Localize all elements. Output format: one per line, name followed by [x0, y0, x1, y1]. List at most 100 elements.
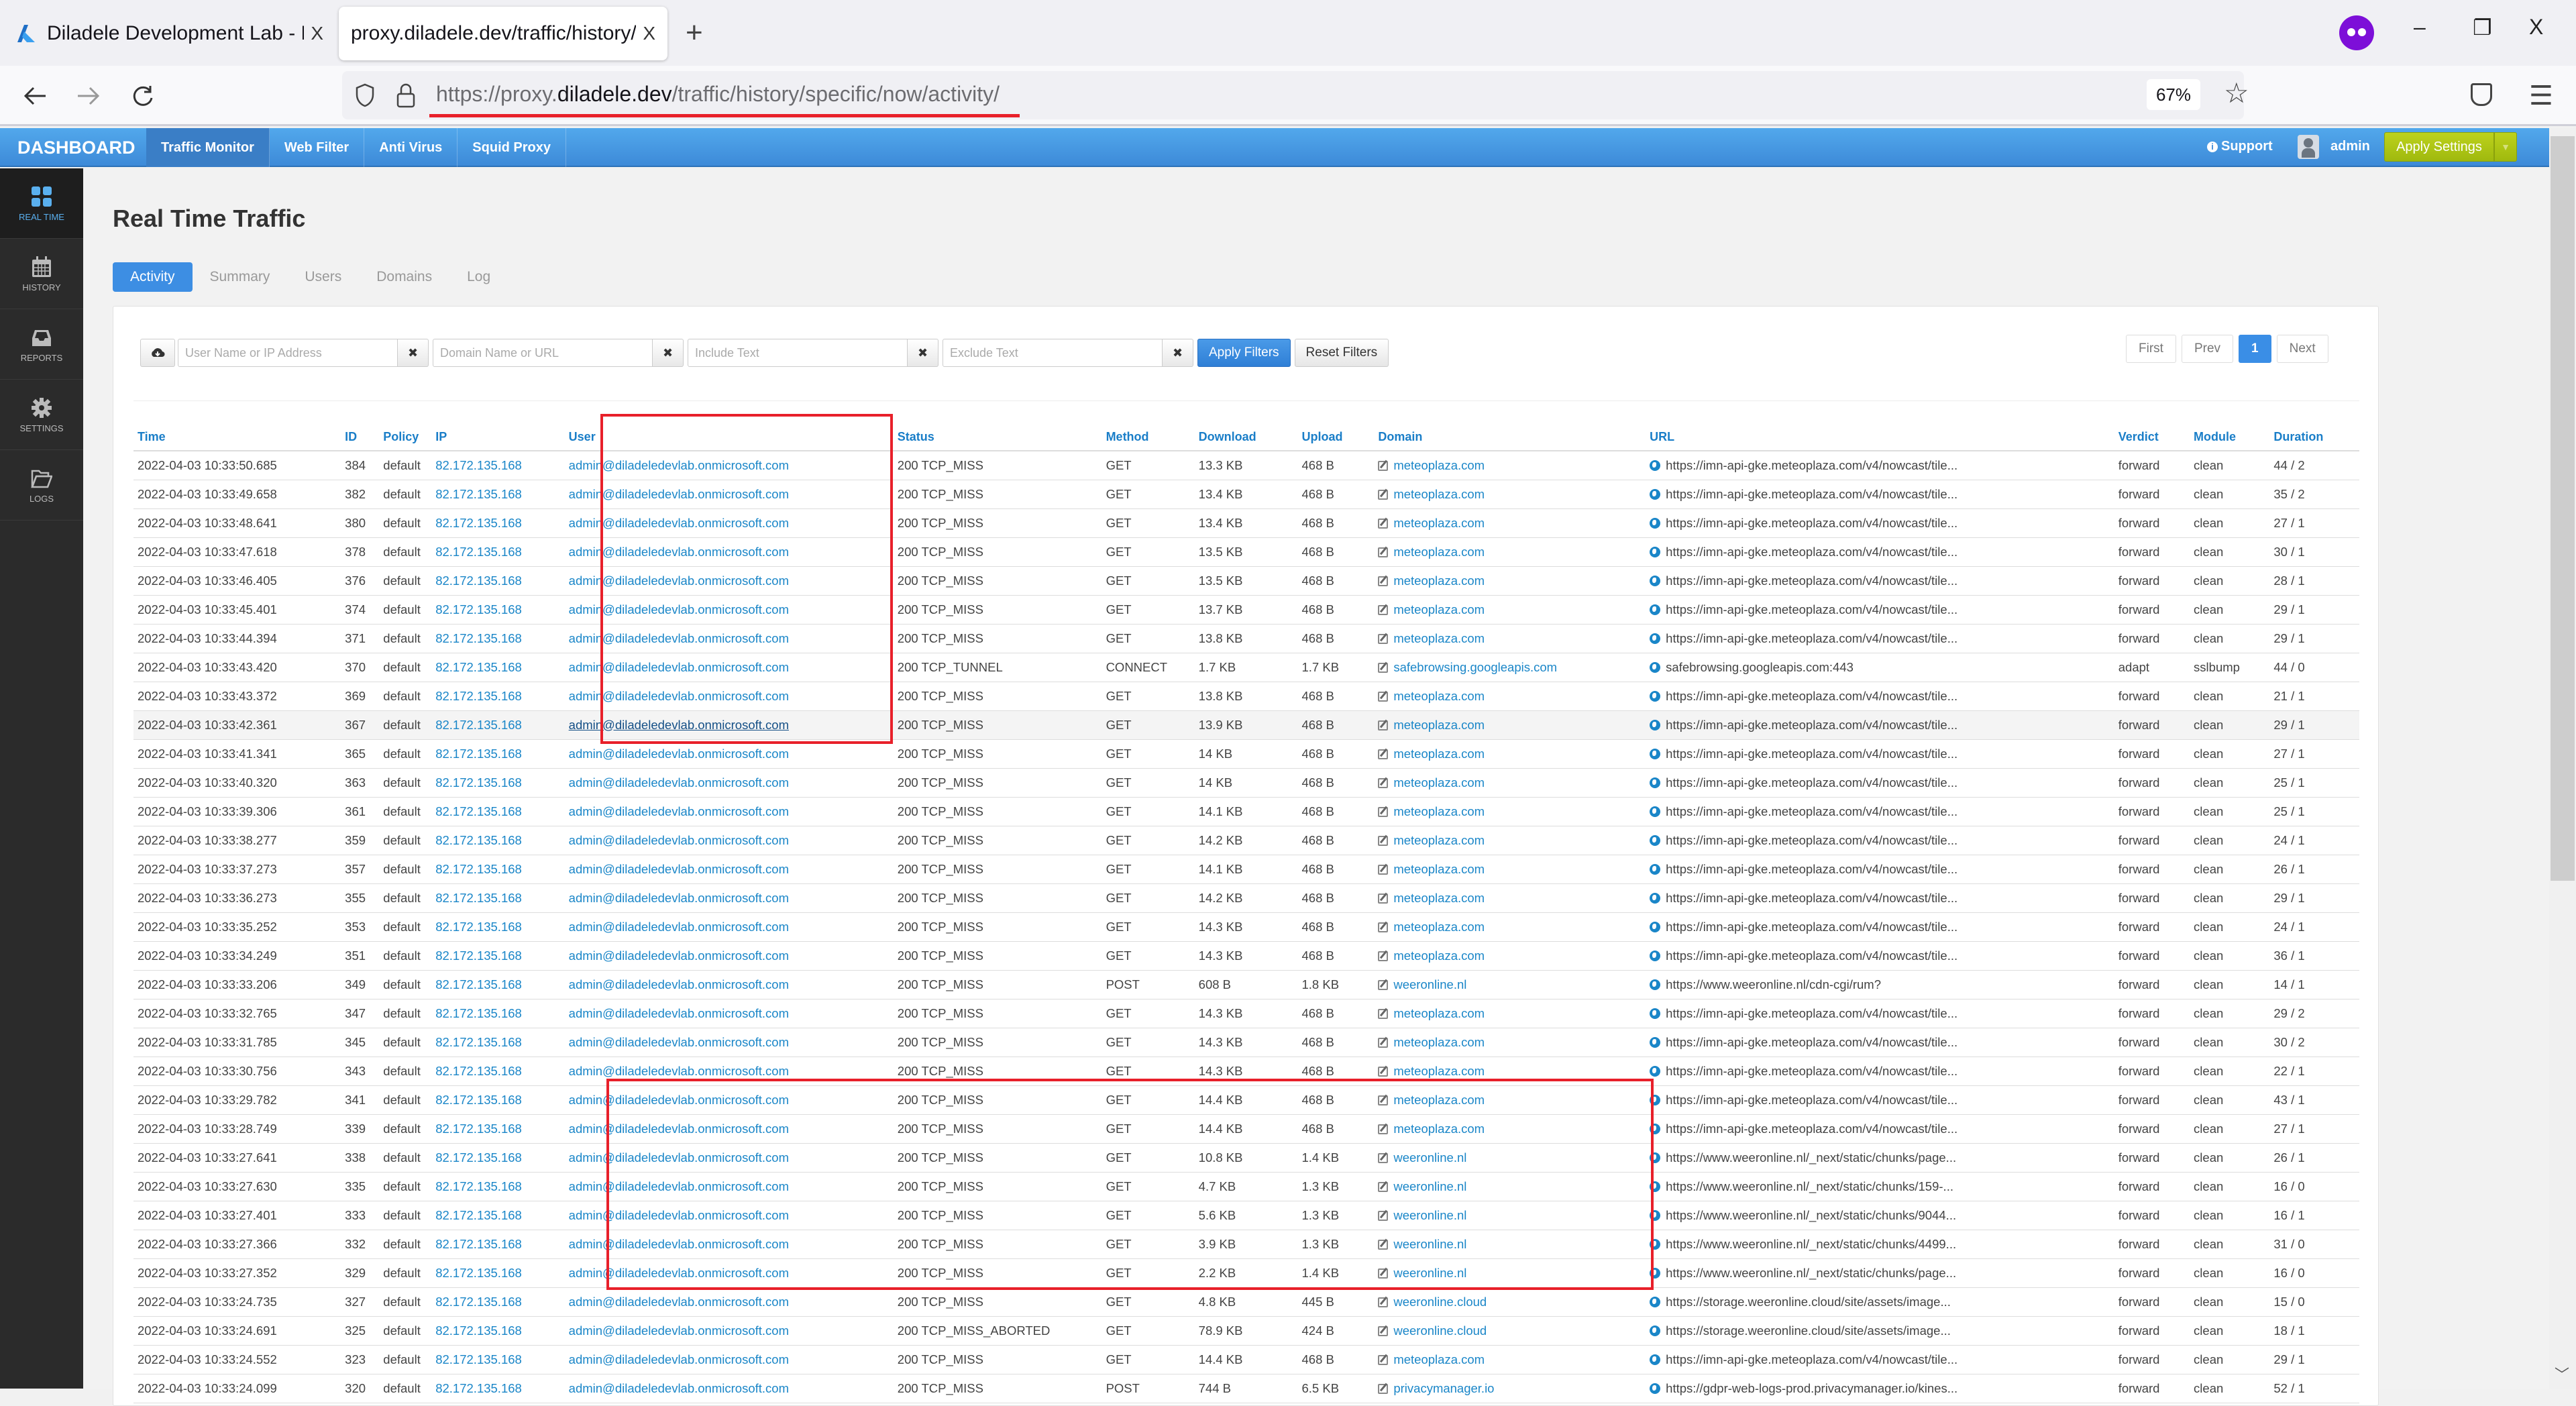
domain-link[interactable]: meteoplaza.com — [1393, 718, 1485, 732]
user-link[interactable]: admin@diladeledevlab.onmicrosoft.com — [569, 1266, 789, 1280]
user-filter-input[interactable] — [178, 339, 398, 367]
globe-icon[interactable] — [1650, 459, 1661, 471]
cell-user[interactable]: admin@diladeledevlab.onmicrosoft.com — [564, 653, 894, 682]
column-header-upload[interactable]: Upload — [1297, 424, 1375, 451]
cell-ip[interactable]: 82.172.135.168 — [431, 855, 565, 884]
globe-icon[interactable] — [1650, 892, 1661, 904]
edit-icon[interactable] — [1378, 633, 1389, 644]
cell-ip[interactable]: 82.172.135.168 — [431, 970, 565, 999]
cell-user[interactable]: admin@diladeledevlab.onmicrosoft.com — [564, 739, 894, 769]
domain-link[interactable]: meteoplaza.com — [1393, 631, 1485, 645]
edit-icon[interactable] — [1378, 691, 1389, 702]
table-row[interactable]: 2022-04-03 10:33:33.206 349 default 82.172.… — [133, 970, 2359, 999]
tab-domains[interactable]: Domains — [359, 262, 449, 292]
table-row[interactable]: 2022-04-03 10:33:34.249 351 default 82.172.… — [133, 941, 2359, 971]
edit-icon[interactable] — [1378, 1354, 1389, 1365]
table-row[interactable]: 2022-04-03 10:33:47.618 378 default 82.172.… — [133, 537, 2359, 567]
cell-user[interactable]: admin@diladeledevlab.onmicrosoft.com — [564, 970, 894, 999]
cell-user[interactable]: admin@diladeledevlab.onmicrosoft.com — [564, 1316, 894, 1346]
edit-icon[interactable] — [1378, 1239, 1389, 1250]
globe-icon[interactable] — [1650, 604, 1661, 615]
globe-icon[interactable] — [1650, 1152, 1661, 1163]
edit-icon[interactable] — [1378, 1268, 1389, 1279]
user-link[interactable]: admin@diladeledevlab.onmicrosoft.com — [569, 1179, 789, 1193]
user-link[interactable]: admin@diladeledevlab.onmicrosoft.com — [569, 516, 789, 530]
cell-user[interactable]: admin@diladeledevlab.onmicrosoft.com — [564, 595, 894, 625]
domain-link[interactable]: meteoplaza.com — [1393, 516, 1485, 530]
domain-link[interactable]: meteoplaza.com — [1393, 1064, 1485, 1078]
domain-link[interactable]: safebrowsing.googleapis.com — [1393, 660, 1557, 674]
support-link[interactable]: i Support — [2207, 139, 2273, 154]
globe-icon[interactable] — [1650, 1267, 1661, 1279]
cell-user[interactable]: admin@diladeledevlab.onmicrosoft.com — [564, 1345, 894, 1374]
tab-summary[interactable]: Summary — [193, 262, 288, 292]
shield-icon[interactable] — [356, 83, 374, 107]
user-link[interactable]: admin@diladeledevlab.onmicrosoft.com — [569, 833, 789, 847]
edit-icon[interactable] — [1378, 835, 1389, 846]
edit-icon[interactable] — [1378, 460, 1389, 471]
exclude-text-input[interactable] — [943, 339, 1163, 367]
cell-ip[interactable]: 82.172.135.168 — [431, 566, 565, 596]
cell-user[interactable]: admin@diladeledevlab.onmicrosoft.com — [564, 508, 894, 538]
domain-link[interactable]: meteoplaza.com — [1393, 1352, 1485, 1366]
cell-user[interactable]: admin@diladeledevlab.onmicrosoft.com — [564, 1230, 894, 1259]
user-link[interactable]: admin@diladeledevlab.onmicrosoft.com — [569, 862, 789, 876]
prev-page-button[interactable]: Prev — [2181, 335, 2234, 363]
column-header-domain[interactable]: Domain — [1374, 424, 1646, 451]
first-page-button[interactable]: First — [2126, 335, 2176, 363]
table-row[interactable]: 2022-04-03 10:33:24.552 323 default 82.172.… — [133, 1345, 2359, 1374]
domain-link[interactable]: weeronline.cloud — [1393, 1295, 1487, 1309]
cell-ip[interactable]: 82.172.135.168 — [431, 653, 565, 682]
table-row[interactable]: 2022-04-03 10:33:49.658 382 default 82.172.… — [133, 480, 2359, 509]
user-link[interactable]: admin@diladeledevlab.onmicrosoft.com — [569, 458, 789, 472]
restore-button[interactable]: ❐ — [2473, 15, 2492, 40]
table-row[interactable]: 2022-04-03 10:33:43.372 369 default 82.172.… — [133, 682, 2359, 711]
url-text[interactable]: https://proxy.diladele.dev/traffic/histo… — [436, 82, 1000, 107]
sidebar-item-history[interactable]: HISTORY — [0, 239, 83, 309]
next-page-button[interactable]: Next — [2276, 335, 2328, 363]
domain-link[interactable]: meteoplaza.com — [1393, 545, 1485, 559]
minimize-button[interactable]: – — [2414, 15, 2426, 40]
cell-ip[interactable]: 82.172.135.168 — [431, 508, 565, 538]
globe-icon[interactable] — [1650, 1008, 1661, 1019]
globe-icon[interactable] — [1650, 1354, 1661, 1365]
table-row[interactable]: 2022-04-03 10:33:27.352 329 default 82.172.… — [133, 1258, 2359, 1288]
scrollbar-thumb[interactable] — [2551, 136, 2575, 881]
clear-domain-filter-button[interactable]: ✖ — [653, 339, 684, 367]
address-bar[interactable]: https://proxy.diladele.dev/traffic/histo… — [342, 71, 2249, 119]
user-link[interactable]: admin@diladeledevlab.onmicrosoft.com — [569, 574, 789, 588]
tab-log[interactable]: Log — [449, 262, 508, 292]
edit-icon[interactable] — [1378, 749, 1389, 759]
bookmark-star-icon[interactable]: ☆ — [2224, 76, 2249, 109]
globe-icon[interactable] — [1650, 1238, 1661, 1250]
cell-user[interactable]: admin@diladeledevlab.onmicrosoft.com — [564, 1258, 894, 1288]
column-header-ip[interactable]: IP — [431, 424, 565, 451]
cell-ip[interactable]: 82.172.135.168 — [431, 624, 565, 653]
close-tab-icon[interactable]: X — [643, 23, 655, 44]
cell-ip[interactable]: 82.172.135.168 — [431, 768, 565, 798]
globe-icon[interactable] — [1650, 921, 1661, 932]
lock-icon[interactable] — [396, 82, 416, 109]
edit-icon[interactable] — [1378, 1124, 1389, 1134]
domain-link[interactable]: meteoplaza.com — [1393, 602, 1485, 616]
table-row[interactable]: 2022-04-03 10:33:35.252 353 default 82.172.… — [133, 912, 2359, 942]
table-row[interactable]: 2022-04-03 10:33:28.749 339 default 82.172.… — [133, 1114, 2359, 1144]
domain-link[interactable]: weeronline.nl — [1393, 1237, 1466, 1251]
reset-filters-button[interactable]: Reset Filters — [1294, 339, 1389, 367]
globe-icon[interactable] — [1650, 633, 1661, 644]
domain-link[interactable]: meteoplaza.com — [1393, 574, 1485, 588]
cell-user[interactable]: admin@diladeledevlab.onmicrosoft.com — [564, 710, 894, 740]
edit-icon[interactable] — [1378, 864, 1389, 875]
domain-link[interactable]: weeronline.cloud — [1393, 1323, 1487, 1338]
cell-user[interactable]: admin@diladeledevlab.onmicrosoft.com — [564, 941, 894, 971]
user-link[interactable]: admin@diladeledevlab.onmicrosoft.com — [569, 1035, 789, 1049]
cell-ip[interactable]: 82.172.135.168 — [431, 1201, 565, 1230]
clear-user-filter-button[interactable]: ✖ — [398, 339, 429, 367]
globe-icon[interactable] — [1650, 777, 1661, 788]
user-link[interactable]: admin@diladeledevlab.onmicrosoft.com — [569, 1093, 789, 1107]
table-row[interactable]: 2022-04-03 10:33:27.641 338 default 82.172.… — [133, 1143, 2359, 1173]
globe-icon[interactable] — [1650, 488, 1661, 500]
table-row[interactable]: 2022-04-03 10:33:27.630 335 default 82.172.… — [133, 1172, 2359, 1201]
table-row[interactable]: 2022-04-03 10:33:50.685 384 default 82.172.… — [133, 451, 2359, 480]
cell-user[interactable]: admin@diladeledevlab.onmicrosoft.com — [564, 797, 894, 826]
